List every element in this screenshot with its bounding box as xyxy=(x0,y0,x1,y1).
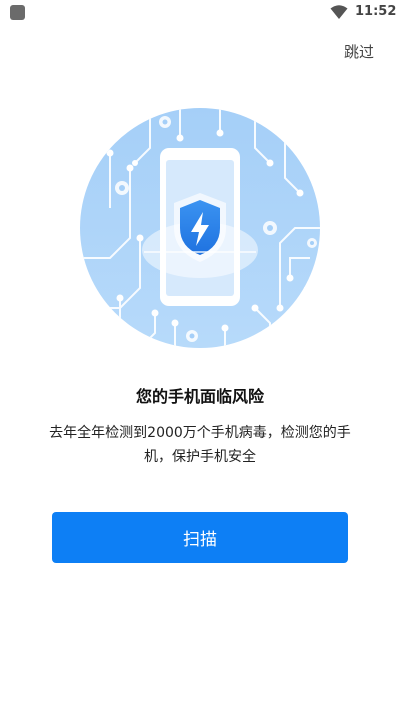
skip-button[interactable]: 跳过 xyxy=(344,41,374,62)
notification-icon xyxy=(10,5,25,20)
scan-button[interactable]: 扫描 xyxy=(52,512,348,563)
status-bar: 11:52 xyxy=(0,0,400,26)
page-title: 您的手机面临风险 xyxy=(135,387,264,406)
wifi-icon xyxy=(330,5,348,19)
page-description: 去年全年检测到2000万个手机病毒，检测您的手机，保护手机安全 xyxy=(49,425,351,465)
status-time: 11:52 xyxy=(355,4,397,19)
phone-shield-illustration xyxy=(80,108,320,348)
